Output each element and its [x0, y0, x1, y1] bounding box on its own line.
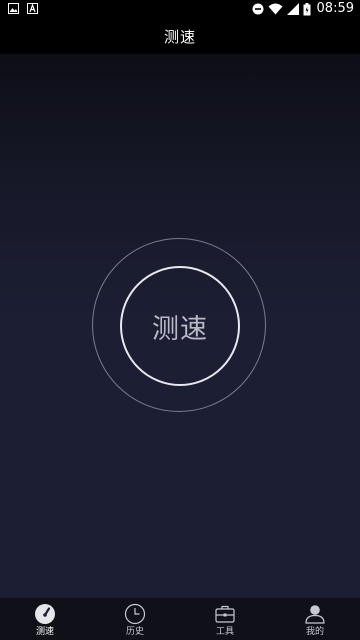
signal-icon — [286, 3, 299, 15]
tab-label: 我的 — [305, 627, 324, 637]
battery-icon — [303, 2, 311, 15]
tab-label: 工具 — [215, 627, 234, 637]
status-right-icons: 08:59 — [252, 1, 354, 17]
tab-speed-test[interactable]: 测速 — [0, 598, 90, 640]
status-bar: 08:59 — [0, 0, 360, 18]
image-icon — [8, 3, 19, 14]
app-screen: 08:59 测速 测速 测速 历史 工具 我的 — [0, 0, 360, 640]
font-a-icon — [27, 3, 38, 14]
do-not-disturb-icon — [252, 3, 264, 15]
toolbox-icon — [215, 605, 235, 623]
page-title: 测速 — [163, 27, 196, 46]
wifi-icon — [268, 3, 283, 15]
tab-label: 测速 — [35, 627, 54, 637]
speed-test-label: 测速 — [152, 313, 208, 345]
tab-history[interactable]: 历史 — [90, 598, 180, 640]
bottom-tab-bar: 测速 历史 工具 我的 — [0, 598, 360, 640]
speedometer-icon — [35, 604, 55, 624]
tab-tools[interactable]: 工具 — [180, 598, 270, 640]
user-icon — [305, 605, 325, 624]
clock-icon — [124, 603, 146, 625]
speed-test-button[interactable]: 测速 — [120, 266, 240, 386]
status-time: 08:59 — [316, 1, 354, 16]
main-content: 测速 — [0, 54, 360, 598]
app-header: 测速 — [0, 18, 360, 54]
tab-label: 历史 — [125, 627, 144, 637]
tab-profile[interactable]: 我的 — [270, 598, 360, 640]
status-left-icons — [8, 3, 38, 14]
